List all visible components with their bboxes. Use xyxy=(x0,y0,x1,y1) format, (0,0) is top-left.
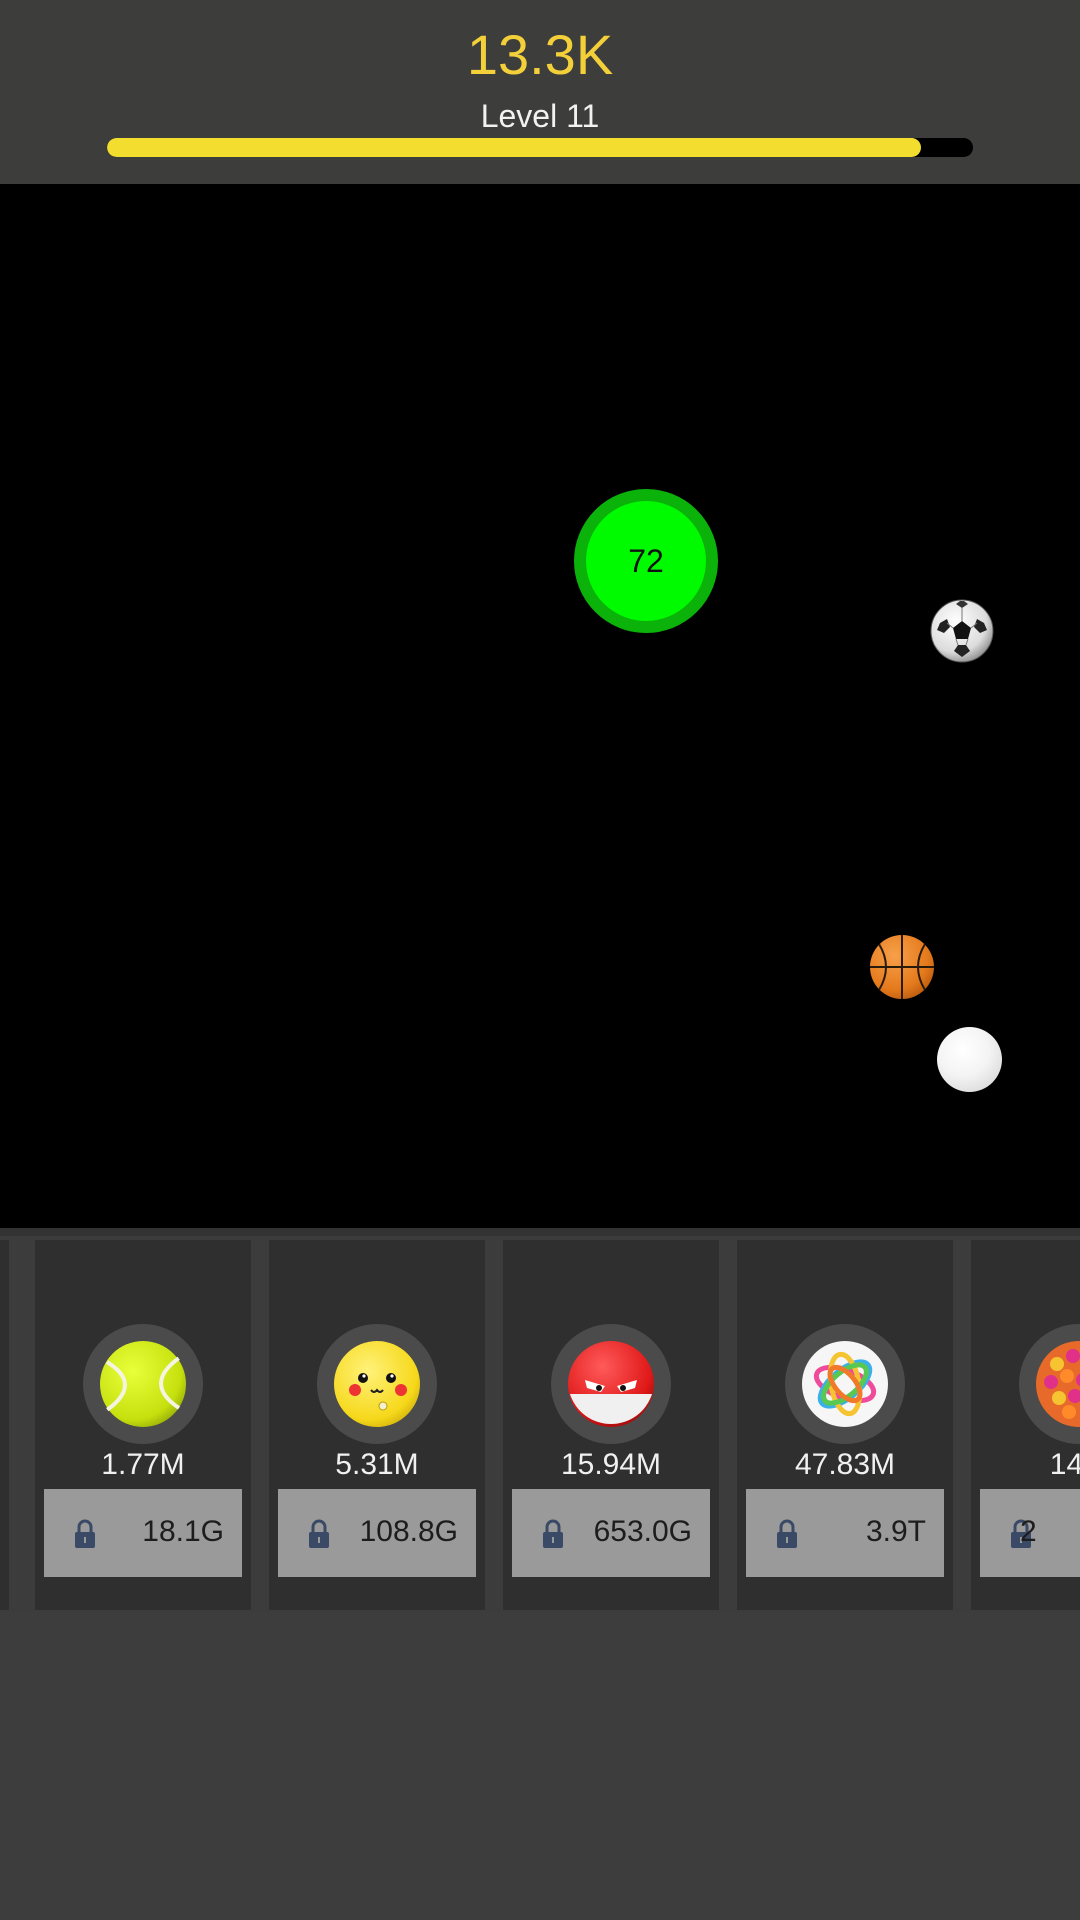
buy-button[interactable]: 653.0G xyxy=(512,1489,710,1577)
buy-button[interactable]: 2 xyxy=(980,1489,1080,1577)
buy-price: 108.8G xyxy=(359,1515,458,1548)
level-label: Level 11 xyxy=(480,98,600,134)
ball-value: 143. xyxy=(1049,1448,1080,1481)
game-screen: 13.3K Level 11 72 1.77M 18.1G 5.31M 108.… xyxy=(0,0,1080,1920)
buy-button[interactable]: 108.8G xyxy=(278,1489,476,1577)
ball-value: 15.94M xyxy=(560,1448,662,1481)
bottom-panel xyxy=(0,1612,1080,1920)
lock-icon xyxy=(75,1519,95,1548)
shop-card[interactable]: 143. 2 xyxy=(971,1240,1080,1610)
buy-button[interactable]: 18.1G xyxy=(44,1489,242,1577)
ball-shop[interactable]: 1.77M 18.1G 5.31M 108.8G 15.94M 653.0G 4… xyxy=(0,1236,1080,1612)
tennis-ball-icon xyxy=(100,1341,186,1427)
shop-card[interactable]: 15.94M 653.0G xyxy=(503,1240,719,1610)
lock-icon xyxy=(777,1519,797,1548)
ball-icon-frame xyxy=(317,1324,437,1444)
rubber-band-ball-icon xyxy=(802,1341,888,1427)
ping-pong-ball-icon xyxy=(937,1027,1002,1092)
ball-icon-frame xyxy=(785,1324,905,1444)
shop-card[interactable]: 5.31M 108.8G xyxy=(269,1240,485,1610)
buy-button[interactable]: 3.9T xyxy=(746,1489,944,1577)
level-progress-bar xyxy=(107,138,973,157)
buy-price: 3.9T xyxy=(865,1515,926,1548)
ball-value: 1.77M xyxy=(101,1448,185,1481)
brick-hit-count: 72 xyxy=(628,542,664,579)
lock-icon xyxy=(543,1519,563,1548)
pikachu-ball-icon xyxy=(334,1341,420,1427)
score-counter: 13.3K xyxy=(466,23,614,86)
ball-value: 5.31M xyxy=(335,1448,419,1481)
lock-icon xyxy=(309,1519,329,1548)
ball-icon-frame xyxy=(1019,1324,1080,1444)
target-brick[interactable]: 72 xyxy=(574,489,718,633)
voltorb-ball-icon xyxy=(568,1341,654,1427)
playfield[interactable]: 72 xyxy=(0,184,1080,1228)
shop-card[interactable]: 47.83M 3.9T xyxy=(737,1240,953,1610)
buy-price: 653.0G xyxy=(593,1515,692,1548)
level-progress-fill xyxy=(107,138,922,157)
header: 13.3K Level 11 xyxy=(0,0,1080,184)
buy-price: 18.1G xyxy=(142,1515,224,1548)
soccer-ball-icon xyxy=(930,599,994,663)
basketball-icon xyxy=(870,935,934,999)
shop-card[interactable]: 1.77M 18.1G xyxy=(35,1240,251,1610)
ball-icon-frame xyxy=(83,1324,203,1444)
shop-card-partial-left xyxy=(0,1240,9,1610)
candy-ball-icon xyxy=(1036,1341,1080,1427)
ball-value: 47.83M xyxy=(794,1448,896,1481)
buy-price: 2 xyxy=(1020,1515,1037,1548)
ball-icon-frame xyxy=(551,1324,671,1444)
playfield-divider xyxy=(0,1228,1080,1236)
